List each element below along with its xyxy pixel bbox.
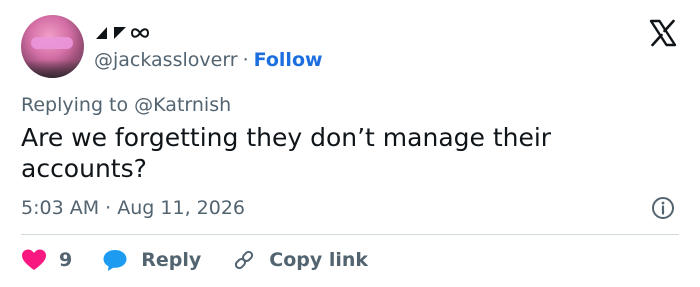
avatar[interactable] [21, 15, 84, 78]
avatar-shade [21, 60, 84, 78]
info-icon[interactable] [651, 196, 675, 220]
reply-button[interactable]: Reply [102, 248, 231, 272]
author-handle[interactable]: @jackassloverr [94, 49, 238, 71]
replying-prefix: Replying to [21, 94, 129, 116]
tweet-time: 5:03 AM [21, 197, 100, 219]
replying-to: Replying to @Katrnish [21, 92, 231, 118]
display-name[interactable] [94, 23, 150, 43]
infinity-icon [130, 28, 150, 38]
triangle-down-icon [114, 27, 126, 39]
like-count: 9 [59, 249, 73, 271]
tweet-text: Are we forgetting they don’t manage thei… [21, 123, 552, 183]
x-logo-icon[interactable] [648, 18, 678, 48]
link-icon [235, 250, 254, 270]
handle-row: @jackassloverr · Follow [94, 47, 323, 73]
tweet-timestamp[interactable]: 5:03 AM · Aug 11, 2026 [21, 195, 245, 221]
action-bar: 9 Reply Copy link [21, 244, 368, 276]
copy-link-button[interactable]: Copy link [231, 248, 368, 272]
speech-bubble-icon [103, 250, 127, 271]
copy-link-label: Copy link [269, 249, 369, 271]
like-button[interactable]: 9 [21, 248, 102, 272]
follow-button[interactable]: Follow [254, 49, 323, 71]
avatar-glasses [31, 37, 73, 49]
heart-icon [22, 249, 46, 270]
tweet-date: Aug 11, 2026 [117, 197, 245, 219]
reply-label: Reply [141, 249, 202, 271]
triangle-up-icon [96, 27, 107, 39]
divider [21, 234, 679, 235]
handle-separator: · [242, 49, 249, 71]
timestamp-separator: · [105, 197, 112, 219]
replying-mention[interactable]: @Katrnish [134, 94, 231, 116]
